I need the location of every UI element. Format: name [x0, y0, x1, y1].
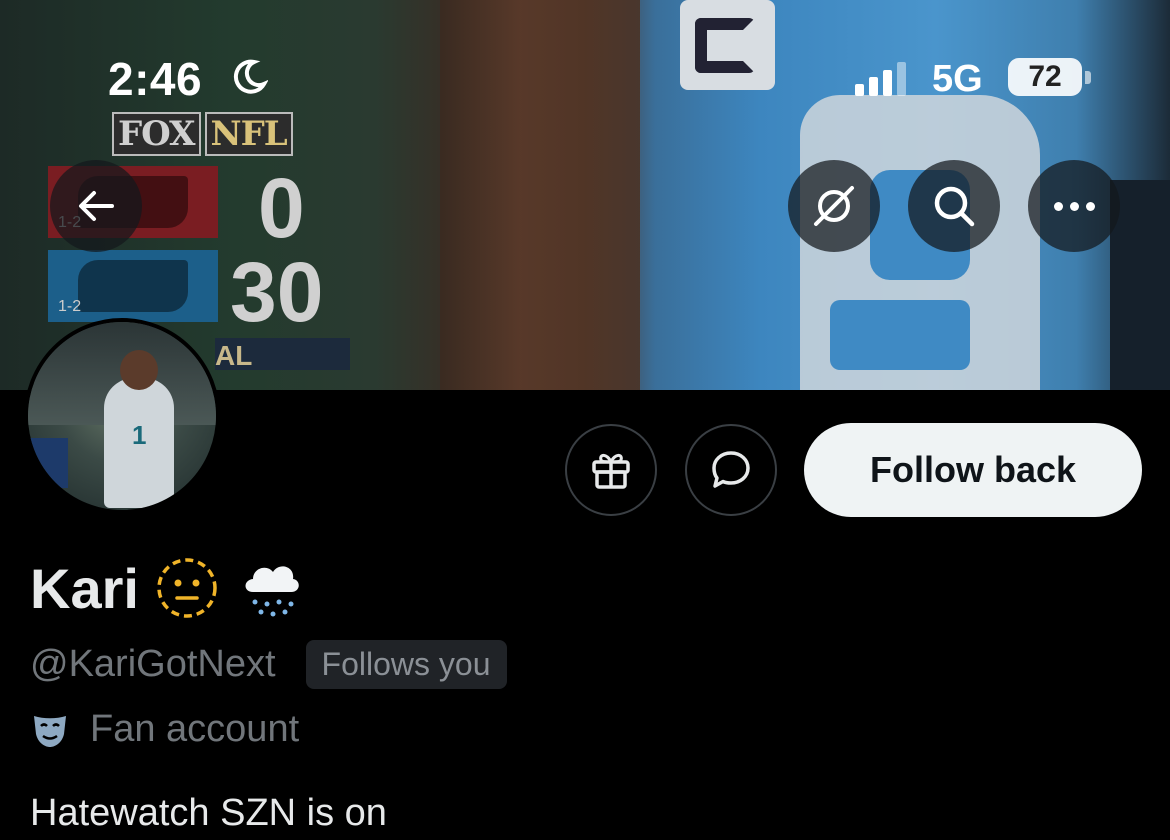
arrow-left-icon: [79, 191, 114, 221]
network-type: 5G: [932, 58, 983, 100]
gift-button[interactable]: [565, 424, 657, 516]
avatar[interactable]: 1: [24, 318, 220, 514]
battery-nub: [1085, 71, 1091, 84]
follow-back-button[interactable]: Follow back: [804, 423, 1142, 517]
battery-level: 72: [1028, 60, 1062, 93]
banner-photo-captain-letter: [695, 18, 755, 73]
dotted-line-face-icon: [157, 558, 217, 618]
cellular-signal-icon: [855, 62, 906, 96]
scoreboard-team-home: 1-2: [48, 250, 218, 322]
search-icon: [934, 186, 975, 227]
user-handle: @KariGotNext: [30, 643, 276, 685]
handle-row: @KariGotNext Follows you: [30, 640, 507, 689]
category-label: Fan account: [90, 708, 300, 750]
broadcast-logo-fox: FOX: [112, 112, 201, 156]
follows-you-badge: Follows you: [305, 640, 507, 689]
profile-name-row: Kari: [30, 552, 307, 624]
status-time: 2:46: [108, 53, 203, 105]
gift-icon: [592, 453, 630, 489]
team-record: 1-2: [58, 298, 82, 315]
grok-button[interactable]: [788, 160, 880, 252]
display-name: Kari: [30, 556, 139, 620]
message-button[interactable]: [685, 424, 777, 516]
broadcast-logo-nfl: NFL: [204, 112, 293, 156]
avatar-photo-head: [120, 350, 158, 390]
moon-icon: [233, 59, 268, 94]
broadcast-logo: FOX NFL: [112, 112, 293, 156]
avatar-photo-scoreboard: [28, 438, 68, 488]
panthers-logo-icon: [78, 260, 188, 312]
more-icon: [1053, 201, 1095, 211]
back-button[interactable]: [50, 160, 142, 252]
mask-icon: [34, 715, 66, 747]
profile-category: Fan account: [30, 708, 299, 751]
avatar-photo-number: 1: [132, 420, 147, 450]
profile-bio: Hatewatch SZN is on: [30, 792, 387, 834]
final-text: AL: [215, 340, 253, 371]
banner-photo-arm: [440, 0, 640, 390]
more-button[interactable]: [1028, 160, 1120, 252]
battery-icon: 72: [1008, 58, 1082, 96]
banner-photo-jersey-detail-2: [830, 300, 970, 370]
snow-cloud-icon: [245, 566, 299, 617]
grok-icon: [814, 186, 854, 226]
message-icon: [712, 451, 750, 488]
search-button[interactable]: [908, 160, 1000, 252]
score-home: 30: [230, 245, 324, 339]
score-away: 0: [258, 161, 305, 255]
